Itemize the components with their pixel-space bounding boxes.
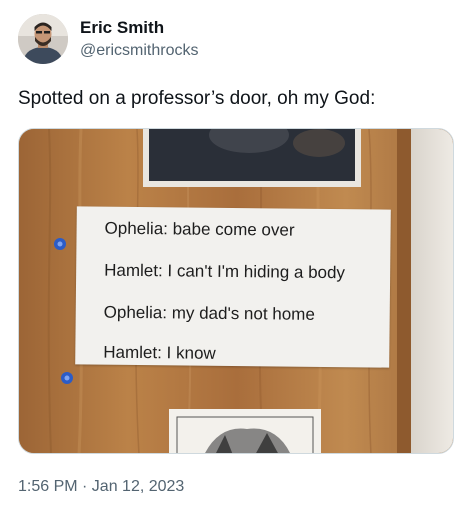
paper-note: Ophelia: babe come over Hamlet: I can't … xyxy=(75,206,391,368)
note-line: Hamlet: I can't I'm hiding a body xyxy=(104,260,346,283)
display-name[interactable]: Eric Smith xyxy=(80,18,164,38)
user-handle[interactable]: @ericsmithrocks xyxy=(80,42,198,60)
tweet-header: Eric Smith @ericsmithrocks xyxy=(18,14,458,66)
note-line: Ophelia: my dad's not home xyxy=(103,302,315,324)
note-line: Ophelia: babe come over xyxy=(104,218,295,240)
avatar[interactable] xyxy=(18,14,68,64)
tweet-timestamp[interactable]: 1:56 PM · Jan 12, 2023 xyxy=(18,478,184,496)
note-line: Hamlet: I know xyxy=(103,342,216,363)
profile-photo-icon xyxy=(18,14,68,64)
tweet-text: Spotted on a professor’s door, oh my God… xyxy=(18,88,376,109)
